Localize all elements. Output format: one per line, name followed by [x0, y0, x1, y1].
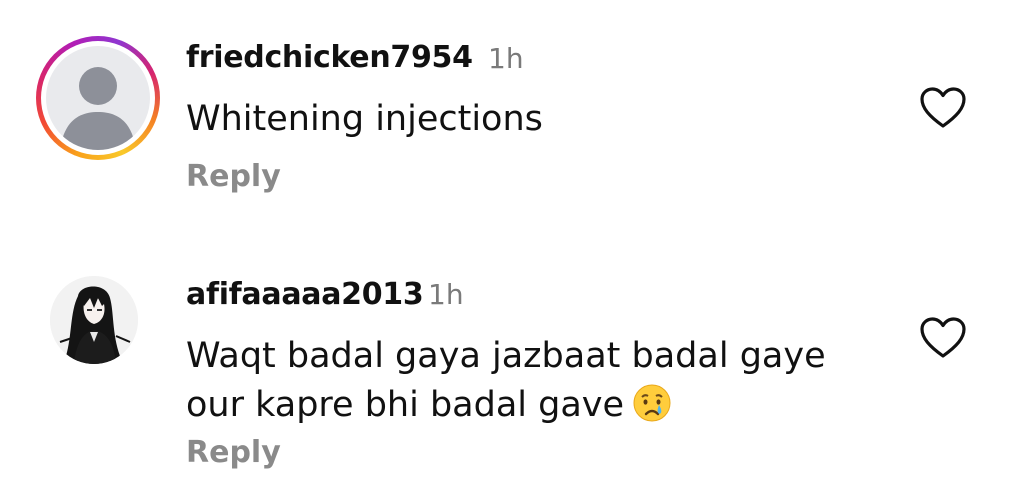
- comment-text: Waqt badal gaya jazbaat badal gaye our k…: [186, 332, 826, 430]
- default-avatar-icon: [46, 46, 150, 150]
- comment-username[interactable]: friedchicken7954: [186, 40, 473, 75]
- heart-outline-icon[interactable]: [919, 316, 967, 360]
- comment-text-line-with-emoji: our kapre bhi badal gave: [186, 381, 826, 430]
- comment-text-line: Waqt badal gaya jazbaat badal gaye: [186, 336, 826, 376]
- comment-timestamp: 1h: [488, 42, 524, 75]
- comment-item: afifaaaaa2013 1h Waqt badal gaya jazbaat…: [0, 250, 1024, 489]
- comment-text: Whitening injections: [186, 95, 543, 144]
- reply-button[interactable]: Reply: [186, 159, 281, 194]
- avatar[interactable]: [50, 272, 138, 382]
- anime-girl-avatar-icon: [50, 276, 138, 364]
- comment-text-line: our kapre bhi badal gave: [186, 385, 625, 425]
- story-ring: [36, 36, 160, 160]
- avatar[interactable]: [36, 36, 160, 160]
- comment-text-line: Whitening injections: [186, 99, 543, 139]
- comment-timestamp: 1h: [428, 278, 464, 311]
- comment-item: friedchicken7954 1h Whitening injections…: [0, 0, 1024, 230]
- comment-username[interactable]: afifaaaaa2013: [186, 277, 424, 312]
- heart-outline-icon[interactable]: [919, 86, 967, 130]
- reply-button[interactable]: Reply: [186, 435, 281, 470]
- crying-face-emoji-icon: [632, 383, 672, 423]
